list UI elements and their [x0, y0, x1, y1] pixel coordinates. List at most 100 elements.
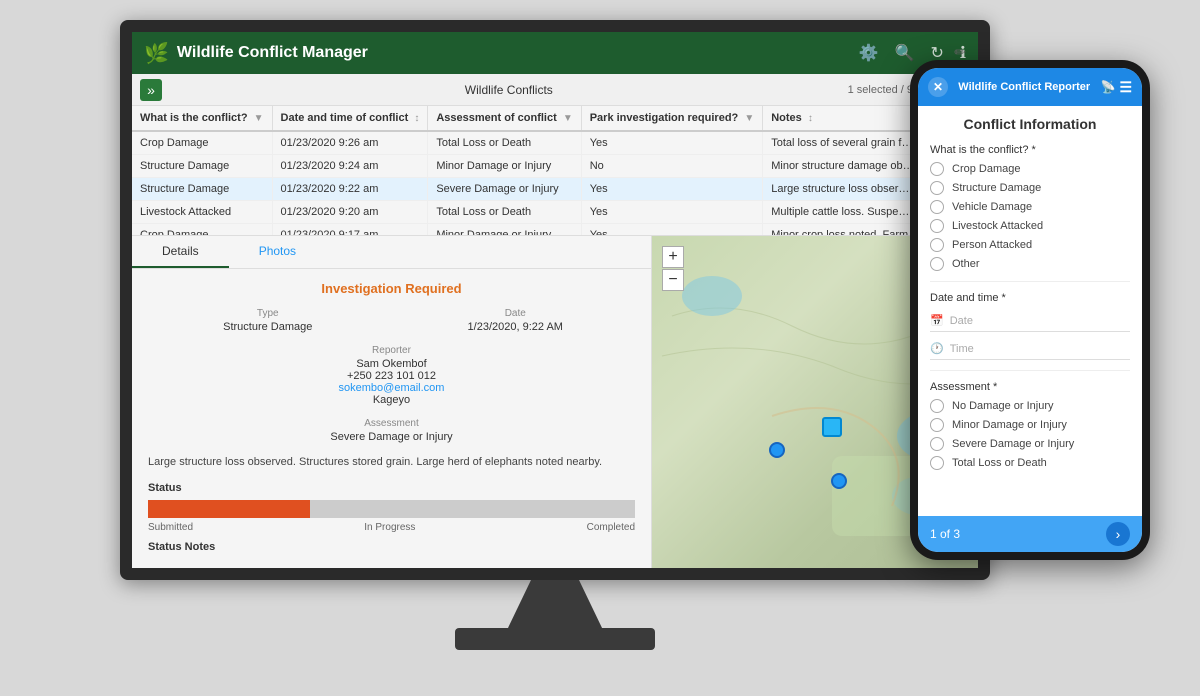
- app-header: 🌿 Wildlife Conflict Manager ⚙️ 🔍 ↻ ℹ: [132, 32, 978, 74]
- radio-button[interactable]: [930, 219, 944, 233]
- phone-screen: ✕ Wildlife Conflict Reporter 📡 ☰ Conflic…: [918, 68, 1142, 552]
- conflict-option-label: Livestock Attacked: [952, 220, 1043, 232]
- type-value: Structure Damage: [148, 321, 388, 333]
- next-button[interactable]: ›: [1106, 522, 1130, 546]
- nav-button[interactable]: »: [140, 79, 162, 101]
- col-notes[interactable]: Notes ↕: [763, 106, 923, 131]
- conflict-option[interactable]: Livestock Attacked: [930, 219, 1130, 233]
- table-cell: Yes: [581, 131, 763, 155]
- conflict-option[interactable]: Structure Damage: [930, 181, 1130, 195]
- table-cell: Structure Damage: [132, 178, 272, 201]
- status-inprogress-label: In Progress: [364, 522, 415, 533]
- map-marker-main[interactable]: [822, 417, 842, 437]
- reporter-name: Sam Okembof: [148, 358, 635, 370]
- col-date[interactable]: Date and time of conflict ↕: [272, 106, 428, 131]
- reporter-email[interactable]: sokembo@email.com: [148, 382, 635, 394]
- status-submitted-label: Submitted: [148, 522, 193, 533]
- col-assessment[interactable]: Assessment of conflict ▼: [428, 106, 581, 131]
- zoom-in-button[interactable]: +: [662, 246, 684, 268]
- reporter-phone: +250 223 101 012: [148, 370, 635, 382]
- monitor: 🌿 Wildlife Conflict Manager ⚙️ 🔍 ↻ ℹ » W…: [120, 20, 990, 660]
- reporter-label: Reporter: [148, 345, 635, 356]
- radio-button[interactable]: [930, 200, 944, 214]
- toolbar: » Wildlife Conflicts 1 selected / 9 reco…: [132, 74, 978, 106]
- datetime-label: Date and time *: [930, 292, 1130, 304]
- conflict-option[interactable]: Crop Damage: [930, 162, 1130, 176]
- radio-button[interactable]: [930, 456, 944, 470]
- table-row[interactable]: Crop Damage01/23/2020 9:17 amMinor Damag…: [132, 224, 978, 237]
- table-cell: Crop Damage: [132, 131, 272, 155]
- table-row[interactable]: Crop Damage01/23/2020 9:26 amTotal Loss …: [132, 131, 978, 155]
- radio-button[interactable]: [930, 418, 944, 432]
- table-cell: Yes: [581, 224, 763, 237]
- col-conflict[interactable]: What is the conflict? ▼: [132, 106, 272, 131]
- table-cell: Severe Damage or Injury: [428, 178, 581, 201]
- conflict-question-label: What is the conflict? *: [930, 144, 1130, 156]
- conflict-options: Crop Damage Structure Damage Vehicle Damag…: [930, 162, 1130, 271]
- table-section: What is the conflict? ▼ Date and time of…: [132, 106, 978, 236]
- table-cell: No: [581, 155, 763, 178]
- table-cell: Multiple cattle loss. Suspect th: [763, 201, 923, 224]
- table-row[interactable]: Livestock Attacked01/23/2020 9:20 amTota…: [132, 201, 978, 224]
- phone-body: ✕ Wildlife Conflict Reporter 📡 ☰ Conflic…: [910, 60, 1150, 560]
- conflict-option-label: Other: [952, 258, 980, 270]
- map-marker-3[interactable]: [831, 473, 847, 489]
- radio-button[interactable]: [930, 399, 944, 413]
- radio-button[interactable]: [930, 181, 944, 195]
- detail-content: ✏ Investigation Required Type Structure …: [132, 269, 651, 565]
- date-field: Date 1/23/2020, 9:22 AM: [396, 308, 636, 333]
- radio-button[interactable]: [930, 162, 944, 176]
- assessment-option-label: Minor Damage or Injury: [952, 419, 1067, 431]
- table-cell: Minor Damage or Injury: [428, 155, 581, 178]
- assessment-option[interactable]: No Damage or Injury: [930, 399, 1130, 413]
- tab-details[interactable]: Details: [132, 236, 229, 268]
- table-cell: 01/23/2020 9:26 am: [272, 131, 428, 155]
- left-panel: Details Photos ✏ Investigation Required …: [132, 236, 652, 580]
- conflict-option-label: Structure Damage: [952, 182, 1041, 194]
- time-field[interactable]: 🕐 Time: [930, 338, 1130, 360]
- table-cell: Yes: [581, 201, 763, 224]
- conflict-option[interactable]: Vehicle Damage: [930, 200, 1130, 214]
- assessment-option[interactable]: Severe Damage or Injury: [930, 437, 1130, 451]
- toolbar-title: Wildlife Conflicts: [170, 83, 848, 97]
- radio-button[interactable]: [930, 257, 944, 271]
- app-title: Wildlife Conflict Manager: [177, 44, 368, 62]
- tab-photos[interactable]: Photos: [229, 236, 326, 268]
- table-row[interactable]: Structure Damage01/23/2020 9:22 amSevere…: [132, 178, 978, 201]
- phone-close-button[interactable]: ✕: [928, 77, 948, 97]
- status-labels: Submitted In Progress Completed: [148, 522, 635, 533]
- phone-footer: 1 of 3 ›: [918, 516, 1142, 552]
- table-cell: Total Loss or Death: [428, 131, 581, 155]
- divider-2: [930, 370, 1130, 371]
- assessment-option[interactable]: Total Loss or Death: [930, 456, 1130, 470]
- radio-button[interactable]: [930, 437, 944, 451]
- table-cell: Yes: [581, 178, 763, 201]
- assessment-option[interactable]: Minor Damage or Injury: [930, 418, 1130, 432]
- reporter-section: Reporter Sam Okembof +250 223 101 012 so…: [148, 345, 635, 406]
- table-cell: 01/23/2020 9:22 am: [272, 178, 428, 201]
- reporter-location: Kageyo: [148, 394, 635, 406]
- table-cell: Minor Damage or Injury: [428, 224, 581, 237]
- lake-north: [682, 276, 742, 316]
- col-park[interactable]: Park investigation required? ▼: [581, 106, 763, 131]
- phone-header-title: Wildlife Conflict Reporter: [948, 81, 1100, 93]
- conflict-option-label: Crop Damage: [952, 163, 1020, 175]
- conflict-option[interactable]: Person Attacked: [930, 238, 1130, 252]
- conflict-option-label: Person Attacked: [952, 239, 1032, 251]
- conflict-option[interactable]: Other: [930, 257, 1130, 271]
- type-field: Type Structure Damage: [148, 308, 388, 333]
- table-cell: Large structure loss observed. Structure: [763, 178, 923, 201]
- assessment-option-label: Total Loss or Death: [952, 457, 1047, 469]
- zoom-out-button[interactable]: −: [662, 269, 684, 291]
- menu-icon[interactable]: ☰: [1119, 79, 1132, 96]
- table-cell: Crop Damage: [132, 224, 272, 237]
- assessment-label: Assessment: [148, 418, 635, 429]
- date-field[interactable]: 📅 Date: [930, 310, 1130, 332]
- phone-content: Conflict Information What is the conflic…: [918, 106, 1142, 516]
- table-row[interactable]: Structure Damage01/23/2020 9:24 amMinor …: [132, 155, 978, 178]
- table-cell: 01/23/2020 9:17 am: [272, 224, 428, 237]
- date-placeholder: Date: [950, 315, 973, 327]
- app-logo: 🌿 Wildlife Conflict Manager: [144, 41, 368, 66]
- settings-icon[interactable]: ⚙️: [859, 43, 879, 63]
- radio-button[interactable]: [930, 238, 944, 252]
